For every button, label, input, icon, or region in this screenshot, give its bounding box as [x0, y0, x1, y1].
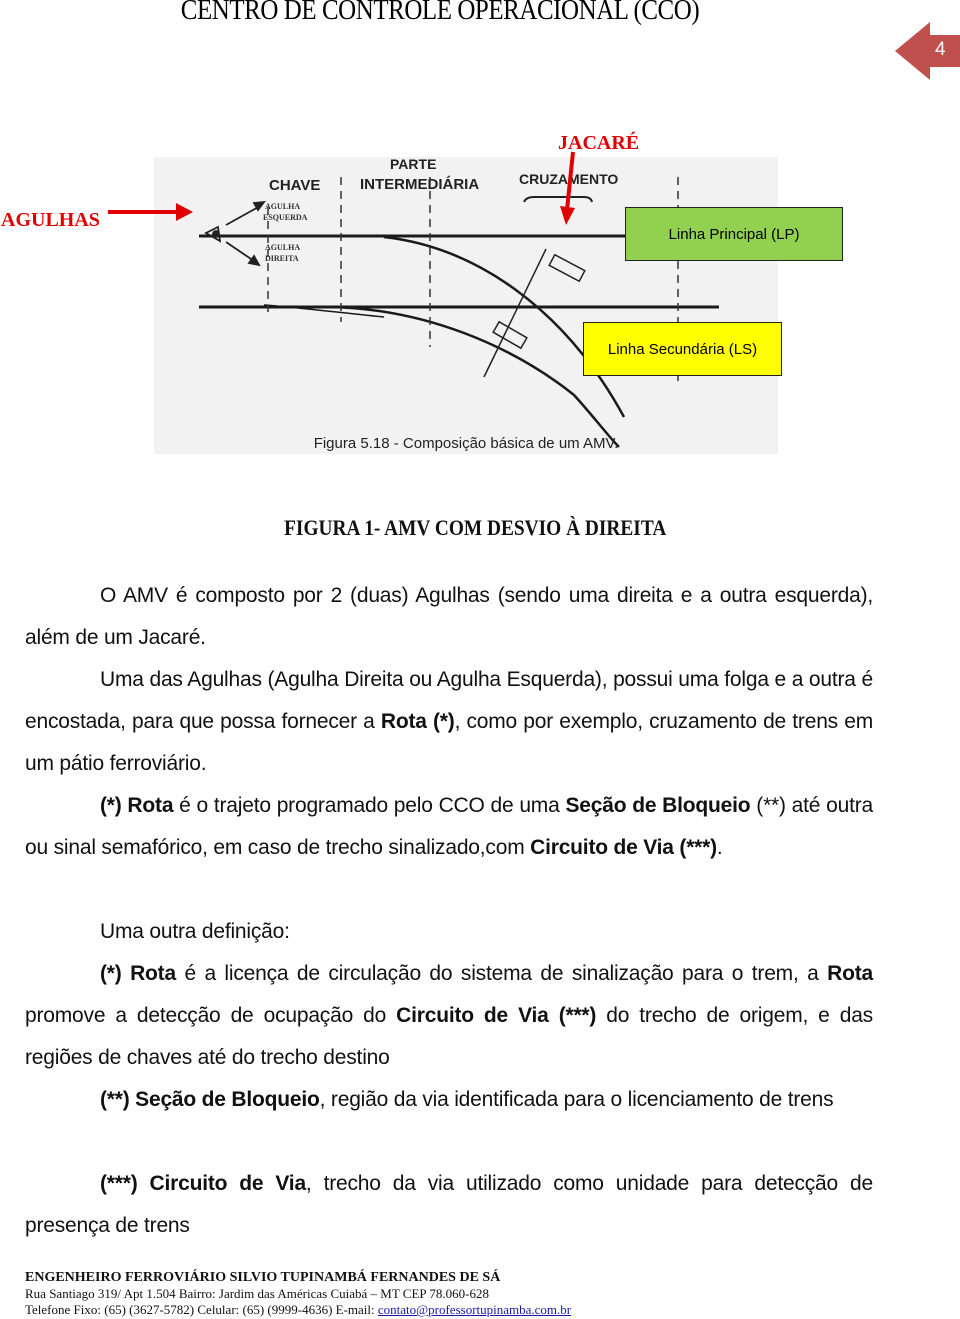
term-rota: (*) Rota [100, 962, 176, 985]
page-number: 4 [935, 39, 946, 60]
inner-figure-caption: Figura 5.18 - Composição básica de um AM… [314, 435, 619, 452]
arrow-right-icon [108, 203, 193, 221]
label-agulha-esq-1: AGULHA [265, 202, 300, 211]
term-circuito-via: Circuito de Via (***) [396, 1004, 597, 1027]
paragraph-2: Uma das Agulhas (Agulha Direita ou Agulh… [25, 668, 873, 775]
email-link[interactable]: contato@professortupinamba.com.br [378, 1302, 571, 1317]
footer-address: Rua Santiago 319/ Apt 1.504 Bairro: Jard… [25, 1286, 489, 1301]
term-rota: Rota (*) [380, 710, 455, 733]
footer: ENGENHEIRO FERROVIÁRIO SILVIO TUPINAMBÁ … [25, 1270, 571, 1318]
label-chave: CHAVE [269, 177, 320, 194]
linha-secundaria-box: Linha Secundária (LS) [583, 322, 782, 376]
paragraph-4: Uma outra definição: [100, 920, 290, 943]
figure-caption: FIGURA 1- AMV COM DESVIO À DIREITA [284, 515, 667, 540]
label-parte: PARTE [390, 157, 436, 172]
term-rota: Rota [827, 962, 873, 985]
arrow-down-icon [560, 151, 575, 225]
left-arrow-icon [895, 22, 960, 80]
paragraph-7: (***) Circuito de Via, trecho da via uti… [25, 1172, 873, 1237]
label-agulha-esq-2: ESQUERDA [263, 213, 308, 222]
term-rota: (*) Rota [100, 794, 174, 817]
term-secao-bloqueio: Seção de Bloqueio [565, 794, 751, 817]
paragraph-3: (*) Rota é o trajeto programado pelo CCO… [25, 794, 873, 859]
footer-contacts: Telefone Fixo: (65) (3627-5782) Celular:… [25, 1302, 572, 1317]
callout-agulhas: AGULHAS [1, 209, 100, 231]
label-intermediaria: INTERMEDIÁRIA [360, 176, 479, 193]
amv-diagram-drawing: CHAVE PARTE INTERMEDIÁRIA CRUZAMENTO AGU… [199, 157, 719, 452]
linha-principal-box: Linha Principal (LP) [625, 207, 843, 261]
label-agulha-dir-1: AGULHA [265, 243, 300, 252]
rail-curve-inner [323, 305, 575, 396]
term-circuito-via: Circuito de Via (***) [530, 836, 717, 859]
page-number-badge: 4 [895, 22, 960, 80]
page-title: CENTRO DE CONTROLE OPERACIONAL (CCO) [180, 0, 700, 26]
term-circuito-via: Circuito de Via [149, 1172, 307, 1195]
paragraph-6: (**) Seção de Bloqueio, região da via id… [100, 1088, 834, 1111]
amv-diagram: CHAVE PARTE INTERMEDIÁRIA CRUZAMENTO AGU… [154, 157, 778, 454]
paragraph-5: (*) Rota é a licença de circulação do si… [25, 962, 873, 1069]
term-secao-bloqueio: Seção de Bloqueio [135, 1088, 320, 1111]
footer-name: ENGENHEIRO FERROVIÁRIO SILVIO TUPINAMBÁ … [25, 1270, 501, 1285]
label-agulha-dir-2: DIREITA [265, 254, 299, 263]
paragraph-1: O AMV é composto por 2 (duas) Agulhas (s… [25, 584, 873, 649]
